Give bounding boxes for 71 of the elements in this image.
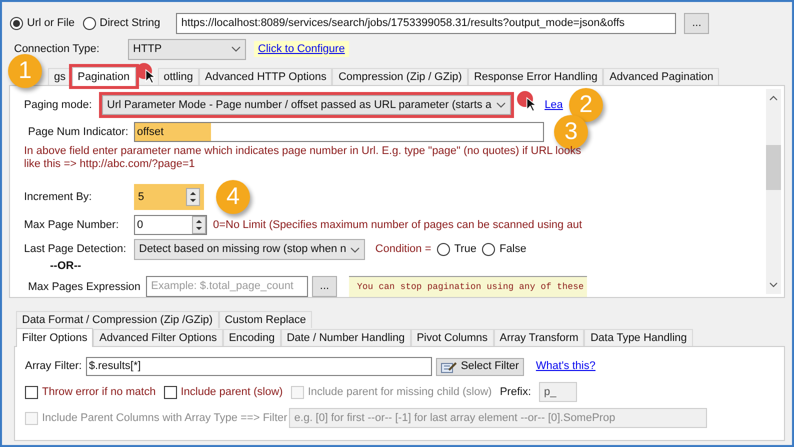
url-field[interactable]: https://localhost:8089/services/search/jobs/1753399058.31/results?output_mode=json&offs <box>176 12 676 34</box>
tab[interactable]: Custom Replace <box>218 311 312 328</box>
learn-link[interactable]: Lea <box>544 96 563 114</box>
radio-button[interactable] <box>10 16 23 30</box>
tab[interactable]: Pagination <box>72 67 136 86</box>
chevron-down-icon <box>350 246 360 252</box>
option-label: Throw error if no match <box>42 384 156 400</box>
chevron-up-icon[interactable] <box>769 95 778 101</box>
tab[interactable]: ottling <box>158 68 199 85</box>
info-note: You can stop pagination using any of these <box>349 276 587 297</box>
tab[interactable]: Response Error Handling <box>468 68 604 85</box>
option-label: Include parent for missing child (slow) <box>308 384 492 400</box>
prefix-field[interactable]: p_ <box>539 382 578 402</box>
connection-type-select[interactable]: HTTP <box>128 38 246 60</box>
option-label: False <box>499 242 526 258</box>
spinner-arrows-icon[interactable] <box>192 216 206 234</box>
array-filter-field[interactable]: $.results[*] <box>86 357 432 376</box>
field-label: Condition = <box>375 242 432 258</box>
tab[interactable]: Pivot Columns <box>410 329 494 346</box>
field-label: Last Page Detection: <box>24 242 128 258</box>
radio-button[interactable] <box>482 243 496 256</box>
help-text: 0=No Limit (Specifies maximum number of pages can be scanned using aut <box>213 218 582 233</box>
mouse-cursor-icon <box>526 97 536 112</box>
last-page-select[interactable]: Detect based on missing row (stop when n <box>134 239 366 260</box>
option-label: True <box>454 242 476 258</box>
spinner-arrows-icon[interactable] <box>186 188 200 206</box>
edit-icon <box>440 360 457 372</box>
field-label: Prefix: <box>500 384 532 400</box>
browse-button[interactable]: ... <box>684 12 710 34</box>
tab[interactable]: Data Format / Compression (Zip /GZip) <box>16 311 219 328</box>
radio-button[interactable] <box>82 16 96 30</box>
option-label: Include parent (slow) <box>180 384 283 400</box>
tab[interactable]: Advanced Pagination <box>603 68 720 85</box>
page-num-field[interactable]: offset <box>134 122 544 142</box>
field-label: Page Num Indicator: <box>27 124 130 140</box>
max-page-field[interactable]: 0 <box>134 215 207 235</box>
checkbox[interactable] <box>164 386 177 398</box>
paging-mode-select[interactable]: Url Parameter Mode - Page number / offset passed as URL parameter (starts a <box>102 95 511 115</box>
step-number-badge: 4 <box>216 180 250 214</box>
chevron-down-icon <box>231 46 241 52</box>
select-filter-button[interactable]: Select Filter <box>436 358 524 376</box>
chevron-down-icon[interactable] <box>769 282 778 288</box>
option-label: Direct String <box>100 16 160 31</box>
browse-button[interactable]: ... <box>312 276 337 297</box>
field-label: Max Pages Expression <box>27 280 142 295</box>
checkbox[interactable] <box>25 386 38 398</box>
configure-link[interactable]: Click to Configure <box>254 40 349 58</box>
scrollbar[interactable] <box>766 89 781 294</box>
increment-field[interactable]: 5 <box>134 184 204 210</box>
tab[interactable]: Encoding <box>222 329 281 346</box>
scrollbar-thumb[interactable] <box>766 145 781 190</box>
or-label: --OR-- <box>50 260 82 273</box>
field-label: Connection Type: <box>14 42 100 57</box>
tab[interactable]: Compression (Zip / GZip) <box>332 68 468 85</box>
tab[interactable]: Filter Options <box>16 328 94 347</box>
help-link[interactable]: What's this? <box>536 358 596 375</box>
chevron-down-icon <box>496 102 506 108</box>
tab[interactable]: Array Transform <box>494 329 584 346</box>
field-label: Paging mode: <box>24 98 93 113</box>
step-number-badge: 1 <box>8 54 42 88</box>
step-number-badge: 2 <box>568 88 603 122</box>
option-label: Include Parent Columns with Array Type ==> Filter <box>42 410 288 426</box>
tab[interactable]: Advanced HTTP Options <box>198 68 332 85</box>
tab[interactable]: Advanced Filter Options <box>93 329 223 346</box>
field-label: Array Filter: <box>25 359 82 374</box>
option-label: Url or File <box>27 16 75 31</box>
radio-button[interactable] <box>437 243 450 256</box>
field-label: Increment By: <box>24 190 93 205</box>
tab[interactable]: Date / Number Handling <box>280 329 411 346</box>
field-label: Max Page Number: <box>24 218 120 233</box>
tab[interactable]: Data Type Handling <box>584 329 693 346</box>
